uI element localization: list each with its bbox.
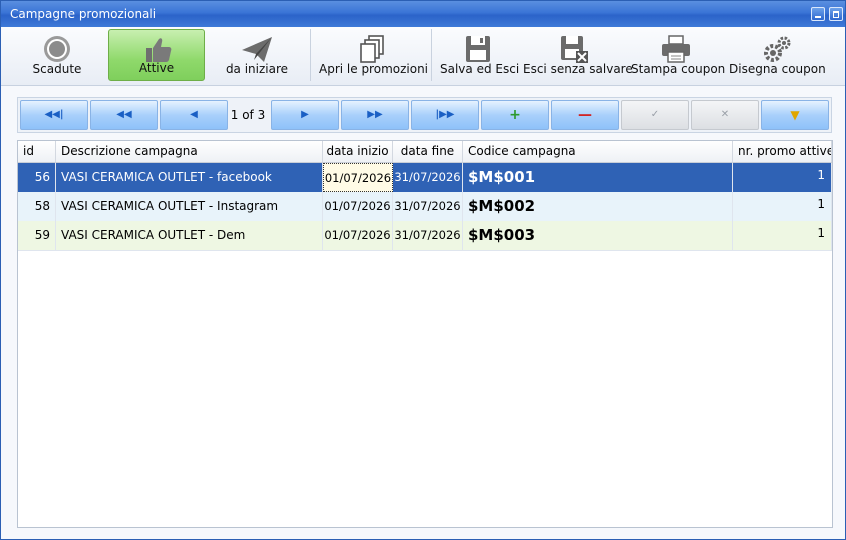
column-header-data-fine[interactable]: data fine <box>393 141 463 162</box>
table-row[interactable]: 56 VASI CERAMICA OUTLET - facebook 01/07… <box>18 163 832 193</box>
floppy-disk-x-icon <box>561 36 588 63</box>
cell-descrizione[interactable]: VASI CERAMICA OUTLET - Dem <box>56 221 323 250</box>
cell-codice[interactable]: $M$001 <box>463 163 733 192</box>
add-record-button[interactable]: + <box>481 100 549 130</box>
scadute-button[interactable]: Scadute <box>19 29 95 81</box>
toolbar: Scadute Attive da iniziare Apri le promo… <box>1 27 845 86</box>
previous-page-button[interactable]: ◀◀ <box>90 100 158 130</box>
previous-record-button[interactable]: ◀ <box>160 100 228 130</box>
cell-nr-promo[interactable]: 1 <box>733 163 832 192</box>
minimize-button[interactable] <box>811 7 825 21</box>
stampa-coupon-label: Stampa coupon <box>631 62 726 76</box>
cell-data-inizio[interactable]: 01/07/2026 <box>323 163 393 192</box>
stampa-coupon-button[interactable]: Stampa coupon <box>631 29 726 81</box>
cell-data-inizio[interactable]: 01/07/2026 <box>323 192 393 221</box>
disegna-coupon-label: Disegna coupon <box>729 62 826 76</box>
cell-nr-promo[interactable]: 1 <box>733 192 832 221</box>
cancel-edit-button[interactable]: ✕ <box>691 100 759 130</box>
column-header-nr-promo[interactable]: nr. promo attive <box>733 141 832 162</box>
apri-promozioni-label: Apri le promozioni <box>319 62 429 76</box>
cell-codice[interactable]: $M$003 <box>463 221 733 250</box>
app-window: Campagne promozionali Scadute Attive da … <box>0 0 846 540</box>
gears-icon <box>764 36 791 62</box>
toolbar-separator <box>431 29 432 81</box>
table-row[interactable]: 59 VASI CERAMICA OUTLET - Dem 01/07/2026… <box>18 221 832 251</box>
first-record-button[interactable]: ◀◀| <box>20 100 88 130</box>
cell-data-inizio[interactable]: 01/07/2026 <box>323 221 393 250</box>
column-header-codice[interactable]: Codice campagna <box>463 141 733 162</box>
column-header-id[interactable]: id <box>18 141 56 162</box>
record-navigator: ◀◀| ◀◀ ◀ 1 of 3 ▶ ▶▶ |▶▶ + — ✓ ✕ ▼ <box>17 97 832 133</box>
attive-label: Attive <box>138 61 175 75</box>
circle-icon <box>44 36 70 62</box>
cell-descrizione[interactable]: VASI CERAMICA OUTLET - Instagram <box>56 192 323 221</box>
cell-id[interactable]: 59 <box>18 221 56 250</box>
delete-record-button[interactable]: — <box>551 100 619 130</box>
maximize-button[interactable] <box>829 7 843 21</box>
scadute-label: Scadute <box>32 62 82 76</box>
attive-button[interactable]: Attive <box>108 29 205 81</box>
cell-data-fine[interactable]: 31/07/2026 <box>393 221 463 250</box>
campaigns-grid: id Descrizione campagna data inizio data… <box>17 140 833 528</box>
apri-promozioni-button[interactable]: Apri le promozioni <box>319 29 429 81</box>
documents-icon <box>360 35 384 63</box>
da-iniziare-label: da iniziare <box>225 62 289 76</box>
floppy-disk-icon <box>466 36 490 62</box>
salva-esci-button[interactable]: Salva ed Esci <box>440 29 520 81</box>
last-record-button[interactable]: |▶▶ <box>411 100 479 130</box>
esci-senza-salvare-label: Esci senza salvare <box>523 62 633 76</box>
paper-plane-icon <box>242 37 272 62</box>
cell-id[interactable]: 58 <box>18 192 56 221</box>
toolbar-separator <box>310 29 311 81</box>
esci-senza-salvare-button[interactable]: Esci senza salvare <box>523 29 633 81</box>
filter-button[interactable]: ▼ <box>761 100 829 130</box>
printer-icon <box>662 35 690 63</box>
confirm-edit-button[interactable]: ✓ <box>621 100 689 130</box>
cell-nr-promo[interactable]: 1 <box>733 221 832 250</box>
salva-esci-label: Salva ed Esci <box>440 62 520 76</box>
disegna-coupon-button[interactable]: Disegna coupon <box>729 29 826 81</box>
cell-codice[interactable]: $M$002 <box>463 192 733 221</box>
grid-header: id Descrizione campagna data inizio data… <box>18 141 832 163</box>
cell-id[interactable]: 56 <box>18 163 56 192</box>
window-title: Campagne promozionali <box>10 7 157 21</box>
title-bar: Campagne promozionali <box>1 1 845 27</box>
cell-descrizione[interactable]: VASI CERAMICA OUTLET - facebook <box>56 163 323 192</box>
next-record-button[interactable]: ▶ <box>271 100 339 130</box>
column-header-data-inizio[interactable]: data inizio <box>323 141 393 162</box>
cell-data-fine[interactable]: 31/07/2026 <box>393 163 463 192</box>
column-header-descrizione[interactable]: Descrizione campagna <box>56 141 323 162</box>
next-page-button[interactable]: ▶▶ <box>341 100 409 130</box>
cell-data-fine[interactable]: 31/07/2026 <box>393 192 463 221</box>
table-row[interactable]: 58 VASI CERAMICA OUTLET - Instagram 01/0… <box>18 192 832 222</box>
page-info: 1 of 3 <box>230 108 266 122</box>
da-iniziare-button[interactable]: da iniziare <box>215 29 299 81</box>
